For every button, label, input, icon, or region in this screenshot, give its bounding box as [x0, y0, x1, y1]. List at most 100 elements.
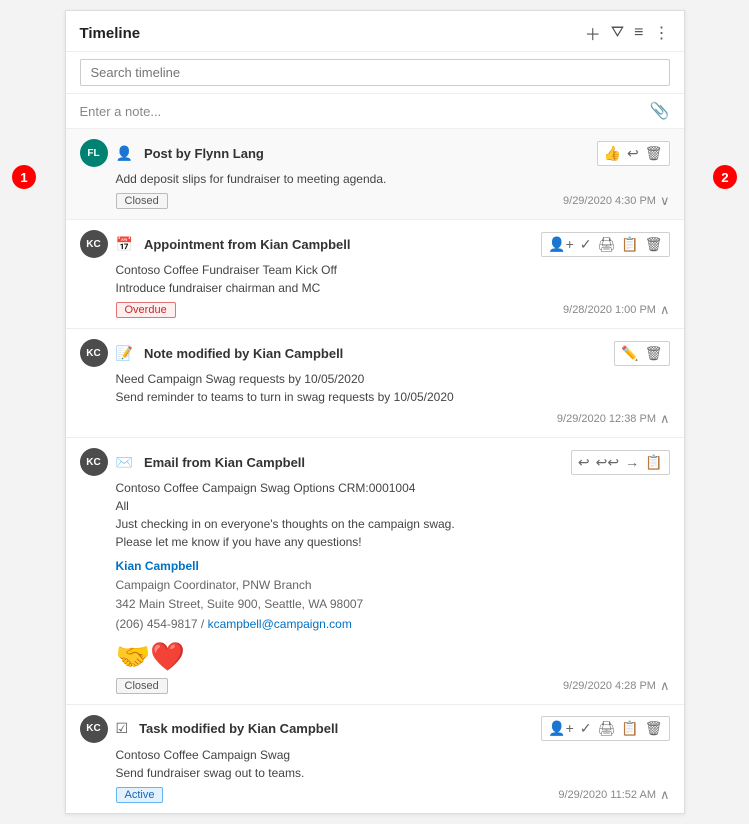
delete-note-icon[interactable]: 🗑 [645, 345, 663, 362]
create-record-icon[interactable]: 📋 [645, 454, 662, 471]
print-icon[interactable]: 🖨 [598, 236, 616, 253]
task-title: Task modified by Kian Campbell [139, 721, 338, 736]
task-item: KC ☑ Task modified by Kian Campbell 👤+ ✓… [66, 705, 684, 813]
task-body: Contoso Coffee Campaign Swag Send fundra… [116, 746, 670, 782]
task-footer: Active 9/29/2020 11:52 AM ∧ [116, 787, 670, 803]
header-icons: ＋ ⛛ ≡ ⋮ [585, 21, 670, 45]
appt-item: KC 📅 Appointment from Kian Campbell 👤+ ✓… [66, 220, 684, 329]
more-icon[interactable]: ⋮ [654, 23, 670, 43]
note-timestamp: 9/29/2020 12:38 PM ∧ [557, 411, 670, 427]
email-footer: Closed 9/29/2020 4:28 PM ∧ [116, 678, 670, 694]
sig-email-link[interactable]: kcampbell@campaign.com [208, 617, 352, 631]
filter-icon[interactable]: ⛛ [611, 24, 624, 42]
email-title: Email from Kian Campbell [144, 455, 305, 470]
avatar-kc-appt: KC [80, 230, 108, 258]
task-actions: 👤+ ✓ 🖨 📋 🗑 [541, 716, 669, 741]
timeline-header: Timeline ＋ ⛛ ≡ ⋮ [66, 11, 684, 52]
search-bar [66, 52, 684, 94]
outer-wrapper: 1 2 Timeline ＋ ⛛ ≡ ⋮ Enter a note... 📎 [10, 10, 739, 814]
email-header: KC ✉️ Email from Kian Campbell ↩ ↩↩ → 📋 [80, 448, 670, 476]
appt-chevron[interactable]: ∧ [660, 302, 670, 318]
sig-address: 342 Main Street, Suite 900, Seattle, WA … [116, 595, 670, 614]
note-title: Note modified by Kian Campbell [144, 346, 343, 361]
email-type-icon: ✉️ [116, 454, 133, 471]
post-body: Add deposit slips for fundraiser to meet… [116, 170, 670, 188]
post-type-icon: 👤 [116, 145, 133, 162]
edit-note-icon[interactable]: ✏️ [621, 345, 638, 362]
sig-role: Campaign Coordinator, PNW Branch [116, 576, 670, 595]
timeline-title: Timeline [80, 25, 141, 42]
post-left: FL 👤 Post by Flynn Lang [80, 139, 597, 167]
email-body: Contoso Coffee Campaign Swag Options CRM… [116, 479, 670, 551]
task-timestamp: 9/29/2020 11:52 AM ∧ [558, 787, 669, 803]
delete-icon-appt[interactable]: 🗑 [645, 236, 663, 253]
appt-actions: 👤+ ✓ 🖨 📋 🗑 [541, 232, 669, 257]
assign-icon[interactable]: 👤+ [548, 236, 574, 253]
avatar-kc-task: KC [80, 715, 108, 743]
task-header: KC ☑ Task modified by Kian Campbell 👤+ ✓… [80, 715, 670, 743]
post-item: FL 👤 Post by Flynn Lang 👍 ↩ 🗑 Add deposi… [66, 129, 684, 220]
post-chevron[interactable]: ∨ [660, 193, 670, 209]
timeline-items: FL 👤 Post by Flynn Lang 👍 ↩ 🗑 Add deposi… [66, 129, 684, 813]
appt-title: Appointment from Kian Campbell [144, 237, 351, 252]
avatar-kc-note: KC [80, 339, 108, 367]
note-chevron[interactable]: ∧ [660, 411, 670, 427]
task-chevron[interactable]: ∧ [660, 787, 670, 803]
assign-task-icon[interactable]: 👤+ [548, 720, 574, 737]
annotation-2: 2 [713, 165, 737, 189]
post-header: FL 👤 Post by Flynn Lang 👍 ↩ 🗑 [80, 139, 670, 167]
timeline-panel: Timeline ＋ ⛛ ≡ ⋮ Enter a note... 📎 [65, 10, 685, 814]
note-item: KC 📝 Note modified by Kian Campbell ✏️ 🗑… [66, 329, 684, 438]
post-actions: 👍 ↩ 🗑 [597, 141, 670, 166]
note-left: KC 📝 Note modified by Kian Campbell [80, 339, 615, 367]
note-bar: Enter a note... 📎 [66, 94, 684, 129]
appt-left: KC 📅 Appointment from Kian Campbell [80, 230, 542, 258]
delete-icon[interactable]: 🗑 [645, 145, 663, 162]
appt-badge: Overdue [116, 302, 176, 318]
edit-icon[interactable]: 📋 [621, 236, 638, 253]
add-icon[interactable]: ＋ [585, 21, 601, 45]
email-badge: Closed [116, 678, 168, 694]
undo-icon[interactable]: ↩ [627, 145, 639, 162]
sig-name: Kian Campbell [116, 557, 670, 576]
sort-icon[interactable]: ≡ [634, 24, 643, 42]
post-timestamp: 9/29/2020 4:30 PM ∨ [563, 193, 669, 209]
post-badge: Closed [116, 193, 168, 209]
reply-all-icon[interactable]: ↩↩ [596, 454, 619, 471]
forward-icon[interactable]: → [625, 454, 639, 470]
email-actions: ↩ ↩↩ → 📋 [571, 450, 670, 475]
reply-icon[interactable]: ↩ [578, 454, 590, 471]
appt-header: KC 📅 Appointment from Kian Campbell 👤+ ✓… [80, 230, 670, 258]
annotation-1: 1 [12, 165, 36, 189]
avatar-fl: FL [80, 139, 108, 167]
appt-timestamp: 9/28/2020 1:00 PM ∧ [563, 302, 669, 318]
post-footer: Closed 9/29/2020 4:30 PM ∨ [116, 193, 670, 209]
avatar-kc-email: KC [80, 448, 108, 476]
note-footer: 9/29/2020 12:38 PM ∧ [116, 411, 670, 427]
delete-task-icon[interactable]: 🗑 [645, 720, 663, 737]
attach-icon[interactable]: 📎 [650, 101, 670, 121]
edit-task-icon[interactable]: 📋 [621, 720, 638, 737]
email-chevron[interactable]: ∧ [660, 678, 670, 694]
appt-type-icon: 📅 [116, 236, 133, 253]
email-timestamp: 9/29/2020 4:28 PM ∧ [563, 678, 669, 694]
email-item: KC ✉️ Email from Kian Campbell ↩ ↩↩ → 📋 … [66, 438, 684, 705]
thumbsup-icon[interactable]: 👍 [604, 145, 621, 162]
complete-task-icon[interactable]: ✓ [580, 720, 592, 737]
task-badge: Active [116, 787, 164, 803]
appt-body: Contoso Coffee Fundraiser Team Kick Off … [116, 261, 670, 297]
task-type-icon: ☑ [116, 720, 129, 737]
appt-footer: Overdue 9/28/2020 1:00 PM ∧ [116, 302, 670, 318]
print-task-icon[interactable]: 🖨 [598, 720, 616, 737]
email-image: 🤝❤️ [116, 640, 670, 673]
sig-contact: (206) 454-9817 / kcampbell@campaign.com [116, 615, 670, 634]
note-header: KC 📝 Note modified by Kian Campbell ✏️ 🗑 [80, 339, 670, 367]
search-input[interactable] [80, 59, 670, 86]
task-left: KC ☑ Task modified by Kian Campbell [80, 715, 542, 743]
note-body: Need Campaign Swag requests by 10/05/202… [116, 370, 670, 406]
note-actions: ✏️ 🗑 [614, 341, 669, 366]
note-type-icon: 📝 [116, 345, 133, 362]
note-placeholder: Enter a note... [80, 104, 162, 119]
email-signature: Kian Campbell Campaign Coordinator, PNW … [116, 557, 670, 634]
complete-icon[interactable]: ✓ [580, 236, 592, 253]
